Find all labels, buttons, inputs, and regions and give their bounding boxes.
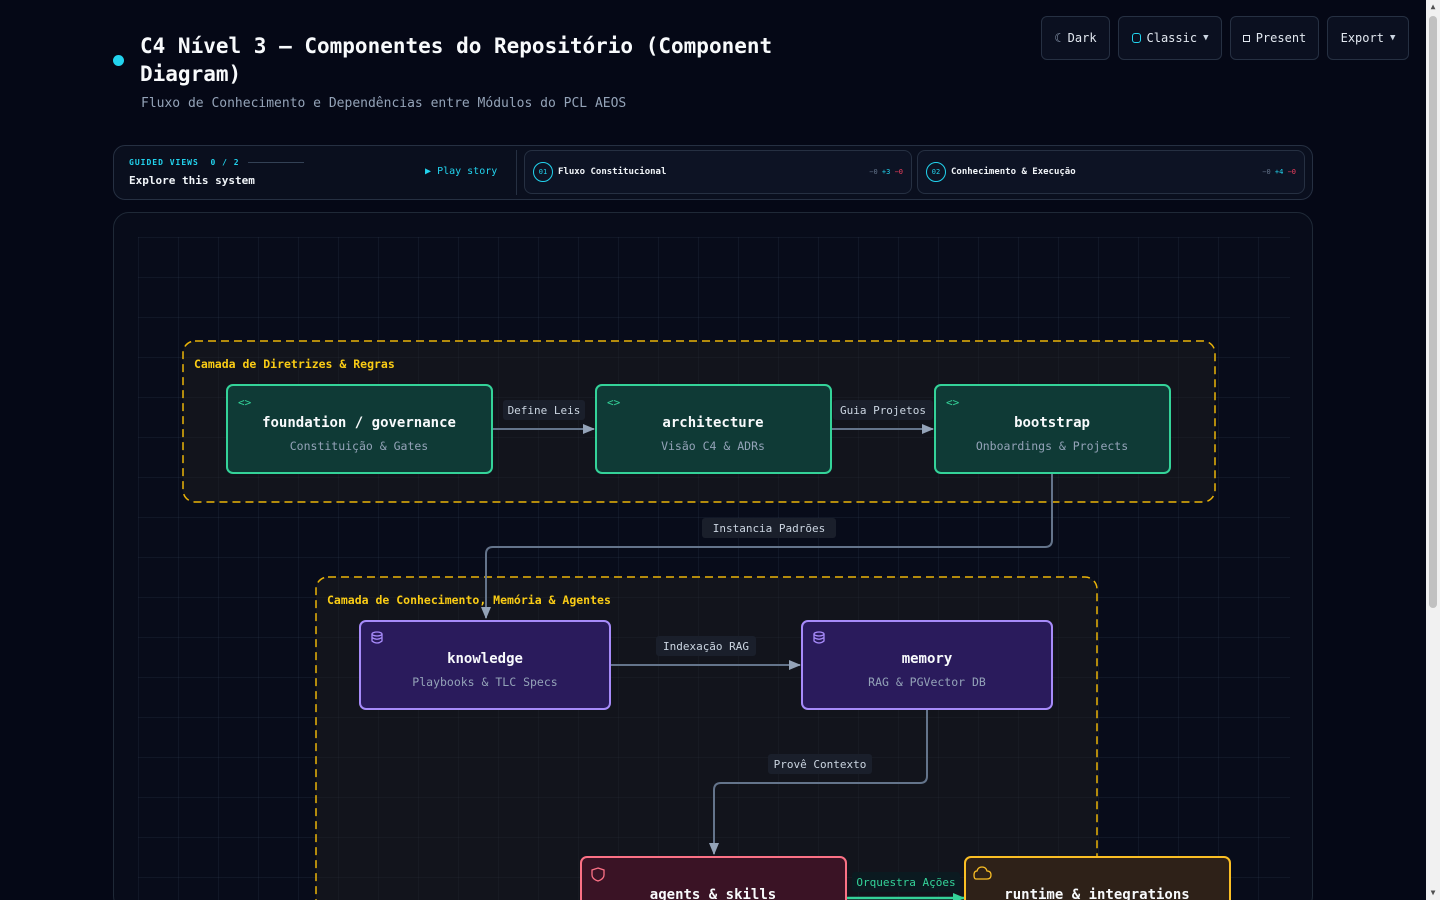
guided-views-panel: GUIDED VIEWS 0 / 2 Explore this system ▶… [113, 145, 1313, 200]
edge-label: Indexação RAG [663, 640, 749, 653]
story-label: Conhecimento & Execução [951, 167, 1076, 177]
node-architecture[interactable]: <> architecture Visão C4 & ADRs [595, 384, 832, 474]
story-number: 01 [533, 162, 553, 182]
node-title: foundation / governance [262, 415, 456, 431]
component-diagram: Camada de Diretrizes & Regras Camada de … [182, 340, 1231, 900]
theme-toggle-button[interactable]: ☾ Dark [1041, 16, 1110, 60]
node-memory[interactable]: memory RAG & PGVector DB [801, 620, 1053, 710]
node-subtitle: Playbooks & TLC Specs [412, 675, 557, 689]
node-title: knowledge [447, 651, 523, 667]
edge-label: Guia Projetos [840, 404, 926, 417]
guided-progress-line [248, 162, 304, 163]
present-button[interactable]: Present [1230, 16, 1319, 60]
story-label: Fluxo Constitucional [558, 167, 667, 177]
node-title: bootstrap [1014, 415, 1090, 431]
edge-label: Orquestra Ações [856, 876, 955, 889]
node-subtitle: Constituição & Gates [290, 439, 428, 453]
node-title: memory [902, 651, 953, 667]
story-number: 02 [926, 162, 946, 182]
export-label: Export [1340, 31, 1384, 45]
play-story-button[interactable]: ▶ Play story [425, 166, 497, 177]
node-knowledge[interactable]: knowledge Playbooks & TLC Specs [359, 620, 611, 710]
guided-views-label: GUIDED VIEWS 0 / 2 [129, 158, 240, 167]
node-subtitle: RAG & PGVector DB [868, 675, 986, 689]
diagram-canvas[interactable]: Camada de Diretrizes & Regras Camada de … [113, 212, 1313, 900]
edge-label: Define Leis [508, 404, 581, 417]
scroll-down-icon[interactable]: ▼ [1429, 889, 1437, 897]
node-title: architecture [662, 415, 763, 431]
page-subtitle: Fluxo de Conhecimento e Dependências ent… [141, 96, 627, 111]
code-icon: <> [607, 396, 621, 409]
node-subtitle: Visão C4 & ADRs [661, 439, 765, 453]
group-knowledge-label: Camada de Conhecimento, Memória & Agente… [327, 593, 611, 607]
code-icon: <> [238, 396, 252, 409]
present-label: Present [1255, 31, 1307, 45]
code-icon: <> [946, 396, 960, 409]
explore-text: Explore this system [129, 174, 255, 187]
style-select-button[interactable]: Classic ▼ [1118, 16, 1222, 60]
scrollbar-thumb[interactable] [1429, 16, 1437, 608]
style-label: Classic [1146, 31, 1198, 45]
node-title: runtime & integrations [1004, 887, 1189, 900]
story-delta: −0 +3 −0 [869, 168, 903, 176]
node-subtitle: Onboardings & Projects [976, 439, 1128, 453]
palette-icon [1131, 33, 1141, 43]
divider [516, 150, 517, 195]
chevron-down-icon: ▼ [1389, 33, 1396, 43]
story-delta: −0 +4 −0 [1262, 168, 1296, 176]
node-bootstrap[interactable]: <> bootstrap Onboardings & Projects [934, 384, 1171, 474]
group-rules-label: Camada de Diretrizes & Regras [194, 357, 395, 371]
node-foundation[interactable]: <> foundation / governance Constituição … [226, 384, 493, 474]
node-title: agents & skills [650, 887, 776, 900]
play-icon: ▶ [425, 166, 432, 177]
node-agents-skills[interactable]: agents & skills [580, 856, 847, 900]
chevron-down-icon: ▼ [1203, 33, 1209, 43]
moon-icon: ☾ [1054, 31, 1062, 45]
title-dot [113, 55, 124, 66]
node-runtime-integrations[interactable]: runtime & integrations [964, 856, 1231, 900]
page-scrollbar[interactable]: ▲ ▼ [1426, 0, 1440, 900]
edge-label: Instancia Padrões [713, 522, 826, 535]
story-card-1[interactable]: 01 Fluxo Constitucional −0 +3 −0 [524, 150, 912, 194]
page-title: C4 Nível 3 — Componentes do Repositório … [140, 34, 773, 86]
story-card-2[interactable]: 02 Conhecimento & Execução −0 +4 −0 [917, 150, 1305, 194]
theme-label: Dark [1067, 31, 1097, 45]
scroll-up-icon[interactable]: ▲ [1429, 3, 1437, 11]
edge-label: Provê Contexto [774, 758, 867, 771]
export-button[interactable]: Export ▼ [1327, 16, 1409, 60]
present-icon [1242, 34, 1250, 42]
